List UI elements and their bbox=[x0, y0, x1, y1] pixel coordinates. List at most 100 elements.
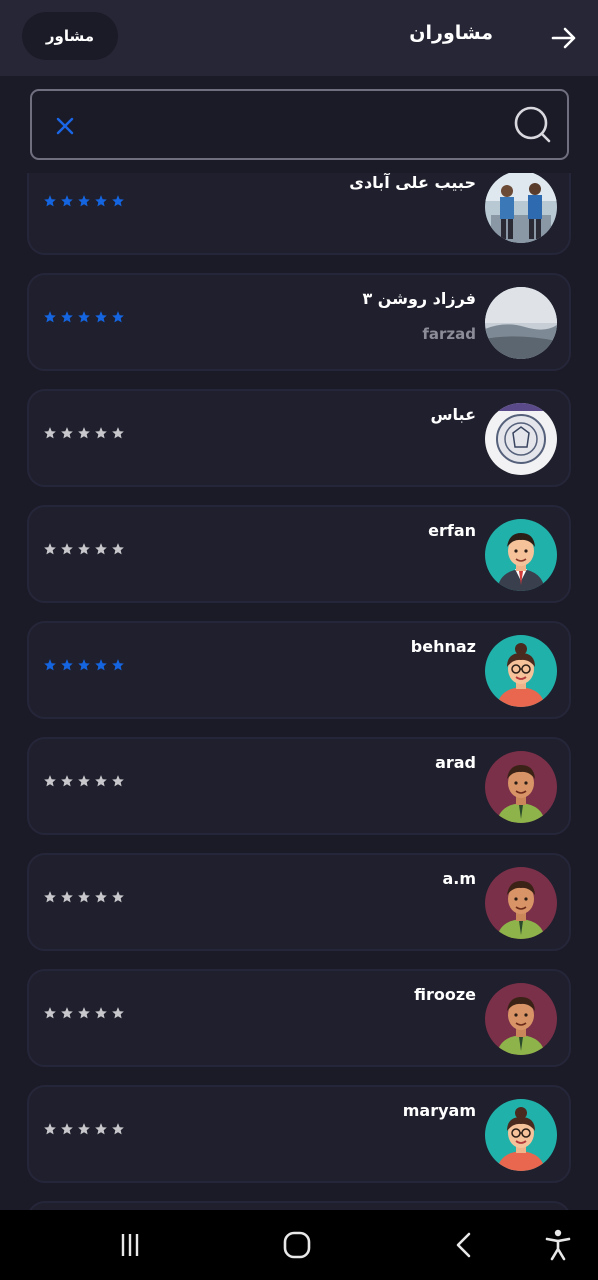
rating-stars bbox=[43, 1122, 125, 1136]
app-bar: مشاوران مشاور bbox=[0, 0, 598, 76]
advisor-name: حبیب علی آبادی bbox=[349, 173, 476, 192]
advisor-list: حبیب علی آبادی فرزاد روشن ۳ farzad عباس … bbox=[0, 173, 598, 1210]
advisor-card[interactable] bbox=[27, 1201, 571, 1210]
advisor-card[interactable]: behnaz bbox=[27, 621, 571, 719]
avatar bbox=[485, 751, 557, 823]
avatar bbox=[485, 1099, 557, 1171]
advisor-name: عباس bbox=[430, 405, 476, 424]
system-back-button[interactable] bbox=[446, 1227, 482, 1263]
star-icon bbox=[61, 427, 73, 439]
avatar bbox=[485, 287, 557, 359]
recent-apps-button[interactable] bbox=[112, 1227, 148, 1263]
accessibility-icon bbox=[545, 1229, 571, 1261]
star-icon bbox=[61, 1123, 73, 1135]
star-icon bbox=[61, 543, 73, 555]
star-icon bbox=[78, 891, 90, 903]
home-button[interactable] bbox=[279, 1227, 315, 1263]
star-icon bbox=[95, 891, 107, 903]
advisor-name: firooze bbox=[414, 985, 476, 1004]
star-icon bbox=[78, 543, 90, 555]
advisor-name: behnaz bbox=[410, 637, 476, 656]
advisor-card[interactable]: حبیب علی آبادی bbox=[27, 173, 571, 255]
accessibility-button[interactable] bbox=[540, 1227, 576, 1263]
avatar bbox=[485, 403, 557, 475]
advisor-card[interactable]: maryam bbox=[27, 1085, 571, 1183]
rating-stars bbox=[43, 774, 125, 788]
rating-stars bbox=[43, 194, 125, 208]
avatar bbox=[485, 519, 557, 591]
star-icon bbox=[112, 891, 124, 903]
star-icon bbox=[95, 659, 107, 671]
star-icon bbox=[61, 891, 73, 903]
star-icon bbox=[44, 427, 56, 439]
rating-stars bbox=[43, 310, 125, 324]
advisor-card[interactable]: arad bbox=[27, 737, 571, 835]
advisor-name: فرزاد روشن ۳ bbox=[362, 289, 476, 308]
recent-apps-icon bbox=[121, 1234, 139, 1256]
star-icon bbox=[78, 1007, 90, 1019]
page-title: مشاوران bbox=[409, 22, 493, 44]
star-icon bbox=[44, 775, 56, 787]
back-button[interactable] bbox=[544, 18, 584, 58]
home-icon bbox=[283, 1231, 311, 1259]
advisor-card[interactable]: عباس bbox=[27, 389, 571, 487]
avatar bbox=[485, 635, 557, 707]
star-icon bbox=[112, 1007, 124, 1019]
rating-stars bbox=[43, 890, 125, 904]
advisor-name: erfan bbox=[428, 521, 476, 540]
advisor-card[interactable]: firooze bbox=[27, 969, 571, 1067]
star-icon bbox=[95, 543, 107, 555]
advisor-username: farzad bbox=[422, 325, 476, 343]
star-icon bbox=[44, 543, 56, 555]
advisor-card[interactable]: فرزاد روشن ۳ farzad bbox=[27, 273, 571, 371]
advisor-card[interactable]: erfan bbox=[27, 505, 571, 603]
star-icon bbox=[95, 775, 107, 787]
star-icon bbox=[112, 311, 124, 323]
star-icon bbox=[112, 1123, 124, 1135]
star-icon bbox=[61, 195, 73, 207]
star-icon bbox=[112, 775, 124, 787]
star-icon bbox=[61, 659, 73, 671]
rating-stars bbox=[43, 426, 125, 440]
star-icon bbox=[112, 659, 124, 671]
avatar bbox=[485, 983, 557, 1055]
star-icon bbox=[61, 1007, 73, 1019]
star-icon bbox=[95, 311, 107, 323]
rating-stars bbox=[43, 658, 125, 672]
advisor-filter-chip[interactable]: مشاور bbox=[22, 12, 118, 60]
star-icon bbox=[112, 543, 124, 555]
star-icon bbox=[44, 659, 56, 671]
star-icon bbox=[112, 195, 124, 207]
advisor-name: maryam bbox=[402, 1101, 476, 1120]
star-icon bbox=[78, 311, 90, 323]
star-icon bbox=[44, 195, 56, 207]
star-icon bbox=[78, 659, 90, 671]
star-icon bbox=[95, 195, 107, 207]
star-icon bbox=[61, 775, 73, 787]
avatar bbox=[485, 173, 557, 243]
star-icon bbox=[44, 1123, 56, 1135]
arrow-right-icon bbox=[551, 27, 576, 49]
star-icon bbox=[44, 891, 56, 903]
back-icon bbox=[456, 1232, 471, 1258]
star-icon bbox=[95, 427, 107, 439]
advisor-card[interactable]: a.m bbox=[27, 853, 571, 951]
rating-stars bbox=[43, 542, 125, 556]
star-icon bbox=[78, 427, 90, 439]
close-icon[interactable] bbox=[52, 113, 78, 139]
rating-stars bbox=[43, 1006, 125, 1020]
star-icon bbox=[95, 1007, 107, 1019]
star-icon bbox=[112, 427, 124, 439]
star-icon bbox=[95, 1123, 107, 1135]
search-box bbox=[30, 89, 569, 160]
star-icon bbox=[44, 1007, 56, 1019]
star-icon bbox=[78, 195, 90, 207]
advisor-name: arad bbox=[435, 753, 476, 772]
star-icon bbox=[78, 1123, 90, 1135]
advisor-name: a.m bbox=[442, 869, 476, 888]
star-icon bbox=[78, 775, 90, 787]
search-input[interactable] bbox=[102, 99, 502, 151]
star-icon bbox=[44, 311, 56, 323]
system-nav-bar bbox=[0, 1210, 598, 1280]
search-icon[interactable] bbox=[513, 105, 553, 145]
